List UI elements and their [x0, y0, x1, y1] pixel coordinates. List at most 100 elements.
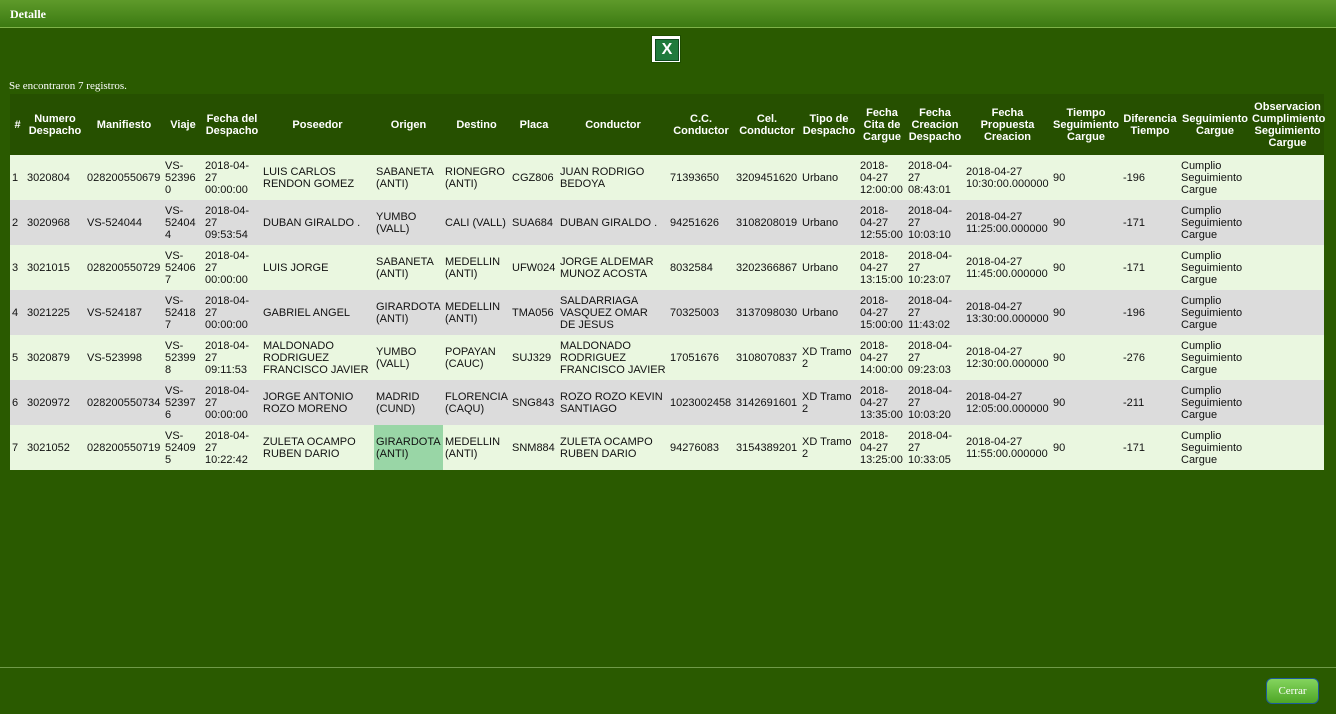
header-col-viaje: Viaje	[163, 94, 203, 155]
cell-col-viaje: VS-524044	[163, 200, 203, 245]
table-body: 1 3020804 028200550679 VS-523960 2018-04-27 …	[10, 155, 1324, 470]
cell-col-diferencia-tiempo: -211	[1121, 380, 1179, 425]
cell-col-cel-conductor: 3154389201	[734, 425, 800, 470]
cell-col-tipo-despacho: Urbano	[800, 245, 858, 290]
record-count: Se encontraron 7 registros.	[9, 80, 127, 92]
cell-col-tipo-despacho: Urbano	[800, 200, 858, 245]
cell-col-poseedor: DUBAN GIRALDO .	[261, 200, 374, 245]
cell-col-cel-conductor: 3108070837	[734, 335, 800, 380]
dialog-titlebar: Detalle	[0, 0, 1336, 28]
cell-col-numero-despacho[interactable]: 3020879	[25, 335, 85, 380]
cell-col-index: 3	[10, 245, 25, 290]
cell-col-seguimiento-cargue: Cumplio Seguimiento Cargue	[1179, 380, 1251, 425]
cell-col-poseedor: ZULETA OCAMPO RUBEN DARIO	[261, 425, 374, 470]
header-col-manifiesto: Manifiesto	[85, 94, 163, 155]
cell-col-tiempo-seguimiento: 90	[1051, 200, 1121, 245]
cell-col-index: 2	[10, 200, 25, 245]
cell-col-numero-despacho[interactable]: 3021015	[25, 245, 85, 290]
cell-col-cel-conductor: 3142691601	[734, 380, 800, 425]
cell-col-conductor: MALDONADO RODRIGUEZ FRANCISCO JAVIER	[558, 335, 668, 380]
close-button[interactable]: Cerrar	[1266, 678, 1319, 704]
cell-col-manifiesto: VS-524187	[85, 290, 163, 335]
cell-col-fecha-propuesta: 2018-04-27 12:30:00.000000	[964, 335, 1051, 380]
cell-col-viaje: VS-523960	[163, 155, 203, 200]
cell-col-tiempo-seguimiento: 90	[1051, 380, 1121, 425]
cell-col-manifiesto: VS-524044	[85, 200, 163, 245]
cell-col-index: 6	[10, 380, 25, 425]
cell-col-fecha-despacho: 2018-04-27 00:00:00	[203, 380, 261, 425]
cell-col-observacion	[1251, 335, 1324, 380]
cell-col-cel-conductor: 3108208019	[734, 200, 800, 245]
cell-col-fecha-cita: 2018-04-27 13:35:00	[858, 380, 906, 425]
cell-col-placa: TMA056	[510, 290, 558, 335]
cell-col-observacion	[1251, 245, 1324, 290]
table-row: 3 3021015 028200550729 VS-524067 2018-04-27 …	[10, 245, 1324, 290]
table-row: 5 3020879 VS-523998 VS-523998 2018-04-27 09:…	[10, 335, 1324, 380]
cell-col-fecha-cita: 2018-04-27 13:15:00	[858, 245, 906, 290]
cell-col-seguimiento-cargue: Cumplio Seguimiento Cargue	[1179, 200, 1251, 245]
cell-col-fecha-despacho: 2018-04-27 09:53:54	[203, 200, 261, 245]
cell-col-cel-conductor: 3137098030	[734, 290, 800, 335]
cell-col-index: 7	[10, 425, 25, 470]
cell-col-origen: MADRID (CUND)	[374, 380, 443, 425]
header-col-destino: Destino	[443, 94, 510, 155]
cell-col-poseedor: LUIS CARLOS RENDON GOMEZ	[261, 155, 374, 200]
header-col-fecha-creacion: Fecha Creacion Despacho	[906, 94, 964, 155]
cell-col-cc-conductor: 17051676	[668, 335, 734, 380]
cell-col-fecha-cita: 2018-04-27 12:00:00	[858, 155, 906, 200]
cell-col-numero-despacho[interactable]: 3021052	[25, 425, 85, 470]
cell-col-numero-despacho[interactable]: 3021225	[25, 290, 85, 335]
cell-col-cc-conductor: 1023002458	[668, 380, 734, 425]
cell-col-fecha-despacho: 2018-04-27 00:00:00	[203, 245, 261, 290]
cell-col-poseedor: MALDONADO RODRIGUEZ FRANCISCO JAVIER	[261, 335, 374, 380]
cell-col-placa: SUA684	[510, 200, 558, 245]
cell-col-seguimiento-cargue: Cumplio Seguimiento Cargue	[1179, 290, 1251, 335]
table-row: 7 3021052 028200550719 VS-524095 2018-04-27 …	[10, 425, 1324, 470]
cell-col-index: 1	[10, 155, 25, 200]
header-col-fecha-propuesta: Fecha Propuesta Creacion	[964, 94, 1051, 155]
cell-col-tiempo-seguimiento: 90	[1051, 425, 1121, 470]
cell-col-cc-conductor: 8032584	[668, 245, 734, 290]
cell-col-numero-despacho[interactable]: 3020968	[25, 200, 85, 245]
cell-col-fecha-propuesta: 2018-04-27 11:45:00.000000	[964, 245, 1051, 290]
header-col-cc-conductor: C.C. Conductor	[668, 94, 734, 155]
cell-col-placa: SUJ329	[510, 335, 558, 380]
cell-col-poseedor: LUIS JORGE	[261, 245, 374, 290]
cell-col-cel-conductor: 3202366867	[734, 245, 800, 290]
cell-col-manifiesto: 028200550679	[85, 155, 163, 200]
cell-col-fecha-despacho: 2018-04-27 00:00:00	[203, 155, 261, 200]
header-col-conductor: Conductor	[558, 94, 668, 155]
cell-col-tiempo-seguimiento: 90	[1051, 290, 1121, 335]
cell-col-index: 5	[10, 335, 25, 380]
header-col-fecha-cita: Fecha Cita de Cargue	[858, 94, 906, 155]
cell-col-fecha-creacion: 2018-04-27 11:43:02	[906, 290, 964, 335]
cell-col-tiempo-seguimiento: 90	[1051, 335, 1121, 380]
cell-col-placa: UFW024	[510, 245, 558, 290]
cell-col-fecha-propuesta: 2018-04-27 11:25:00.000000	[964, 200, 1051, 245]
excel-icon[interactable]: X	[651, 35, 681, 63]
cell-col-tiempo-seguimiento: 90	[1051, 155, 1121, 200]
cell-col-destino: POPAYAN (CAUC)	[443, 335, 510, 380]
cell-col-fecha-propuesta: 2018-04-27 13:30:00.000000	[964, 290, 1051, 335]
cell-col-cc-conductor: 71393650	[668, 155, 734, 200]
cell-col-numero-despacho[interactable]: 3020972	[25, 380, 85, 425]
cell-col-manifiesto: VS-523998	[85, 335, 163, 380]
cell-col-tipo-despacho: Urbano	[800, 290, 858, 335]
table-header-row: # Numero Despacho Manifiesto Viaje Fecha del…	[10, 94, 1325, 155]
cell-col-cc-conductor: 70325003	[668, 290, 734, 335]
cell-col-fecha-cita: 2018-04-27 14:00:00	[858, 335, 906, 380]
cell-col-seguimiento-cargue: Cumplio Seguimiento Cargue	[1179, 245, 1251, 290]
table-row: 2 3020968 VS-524044 VS-524044 2018-04-27 09:…	[10, 200, 1324, 245]
cell-col-destino: FLORENCIA (CAQU)	[443, 380, 510, 425]
dialog-title: Detalle	[10, 7, 46, 21]
cell-col-diferencia-tiempo: -196	[1121, 290, 1179, 335]
footer-divider	[0, 667, 1336, 668]
cell-col-seguimiento-cargue: Cumplio Seguimiento Cargue	[1179, 425, 1251, 470]
table-row: 6 3020972 028200550734 VS-523976 2018-04-27 …	[10, 380, 1324, 425]
cell-col-destino: MEDELLIN (ANTI)	[443, 290, 510, 335]
cell-col-origen: SABANETA (ANTI)	[374, 245, 443, 290]
detail-table: # Numero Despacho Manifiesto Viaje Fecha del…	[10, 94, 1325, 470]
cell-col-viaje: VS-523998	[163, 335, 203, 380]
cell-col-numero-despacho[interactable]: 3020804	[25, 155, 85, 200]
cell-col-fecha-creacion: 2018-04-27 08:43:01	[906, 155, 964, 200]
